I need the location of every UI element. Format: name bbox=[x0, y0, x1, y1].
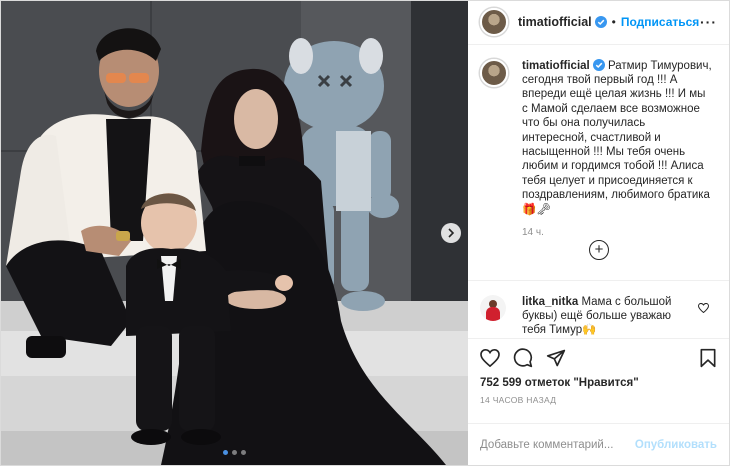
publish-button[interactable]: Опубликовать bbox=[635, 439, 717, 451]
caption-username[interactable]: timatiofficial bbox=[522, 60, 590, 72]
comment-input[interactable] bbox=[480, 438, 635, 451]
likes-number: 752 599 bbox=[480, 377, 522, 390]
author-avatar[interactable] bbox=[480, 8, 508, 37]
comment-like-heart-icon[interactable] bbox=[698, 302, 709, 313]
caption: timatiofficial Ратмир Тимурович, сегодня… bbox=[480, 58, 717, 217]
likes-count[interactable]: 752 599 отметок "Нравится" bbox=[468, 377, 729, 389]
caption-body: Ратмир Тимурович, сегодня твой первый го… bbox=[522, 59, 712, 216]
verified-badge-icon bbox=[594, 16, 607, 29]
post-header: timatiofficial • Подписаться ··· bbox=[468, 1, 729, 45]
comment: litka_nitka Мама с большой буквы) ещё бо… bbox=[468, 294, 729, 338]
caption-author-avatar[interactable] bbox=[480, 58, 508, 87]
comment-button[interactable] bbox=[513, 348, 533, 368]
bookmark-icon bbox=[700, 348, 716, 368]
comment-text: litka_nitka Мама с большой буквы) ещё бо… bbox=[522, 295, 697, 338]
carousel-dot bbox=[232, 450, 237, 455]
photo-illustration bbox=[1, 1, 468, 465]
comments-section: timatiofficial Ратмир Тимурович, сегодня… bbox=[468, 45, 729, 281]
instagram-post: timatiofficial • Подписаться ··· timatio… bbox=[0, 0, 730, 466]
like-button[interactable] bbox=[480, 349, 500, 368]
follow-button[interactable]: Подписаться bbox=[621, 15, 699, 29]
post-timestamp: 14 ЧАСОВ НАЗАД bbox=[480, 395, 557, 406]
header-separator: • bbox=[611, 15, 616, 30]
share-button[interactable] bbox=[546, 348, 566, 368]
verified-badge-icon bbox=[592, 58, 605, 71]
caption-text: timatiofficial Ратмир Тимурович, сегодня… bbox=[522, 58, 712, 217]
carousel-indicator bbox=[1, 450, 468, 455]
add-comment-bar: Опубликовать bbox=[468, 423, 729, 465]
comment-icon bbox=[513, 348, 533, 368]
likes-label: отметок "Нравится" bbox=[521, 377, 639, 390]
chevron-right-icon bbox=[448, 228, 455, 238]
plus-circle-icon: + bbox=[594, 240, 604, 258]
carousel-next-button[interactable] bbox=[441, 223, 461, 243]
commenter-avatar[interactable] bbox=[480, 294, 506, 321]
post-photo[interactable] bbox=[1, 1, 468, 465]
commenter-username[interactable]: litka_nitka bbox=[522, 296, 578, 308]
save-button[interactable] bbox=[699, 348, 717, 368]
author-username[interactable]: timatiofficial bbox=[518, 15, 592, 29]
post-actions bbox=[468, 337, 729, 378]
send-icon bbox=[546, 349, 566, 367]
heart-icon bbox=[480, 349, 500, 368]
caption-time: 14 ч. bbox=[522, 227, 544, 239]
load-more-comments-button[interactable]: + bbox=[589, 239, 609, 260]
post-side-panel: timatiofficial • Подписаться ··· timatio… bbox=[468, 1, 729, 465]
more-options-icon[interactable]: ··· bbox=[700, 14, 717, 30]
carousel-dot bbox=[241, 450, 246, 455]
carousel-dot bbox=[223, 450, 228, 455]
